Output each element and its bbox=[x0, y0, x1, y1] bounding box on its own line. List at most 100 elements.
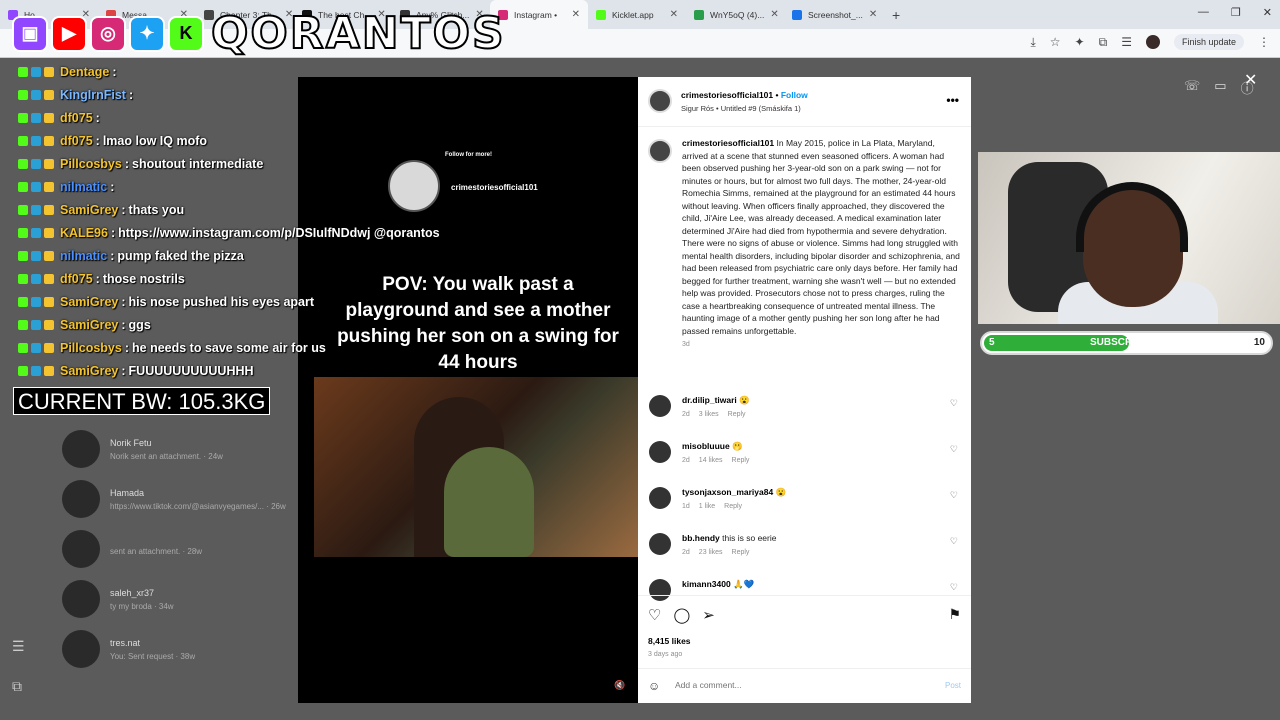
comment-likes[interactable]: 3 likes bbox=[699, 411, 719, 418]
caption-avatar[interactable] bbox=[648, 139, 672, 163]
comment-bubble-icon[interactable]: ◯ bbox=[673, 606, 690, 624]
caption-body: In May 2015, police in La Plata, Marylan… bbox=[682, 138, 960, 336]
more-menu-icon[interactable]: ☰ bbox=[12, 638, 36, 655]
comment-like-heart-icon[interactable]: ♡ bbox=[950, 444, 958, 455]
comment-like-heart-icon[interactable]: ♡ bbox=[950, 398, 958, 409]
like-heart-icon[interactable]: ♡ bbox=[648, 606, 661, 624]
audio-track[interactable]: Sigur Rós • Untitled #9 (Smáskifa 1) bbox=[681, 104, 801, 113]
dm-list-item[interactable]: tres.nat You: Sent request · 38w bbox=[62, 630, 195, 668]
commenter-avatar[interactable] bbox=[649, 533, 671, 555]
comment-input[interactable] bbox=[675, 680, 915, 690]
apps-icon[interactable]: ⧉ bbox=[12, 678, 36, 695]
post-header: crimestoriesofficial101 • Follow Sigur R… bbox=[638, 77, 971, 127]
sub-badge-icon bbox=[31, 181, 41, 192]
chat-separator: : bbox=[121, 202, 126, 217]
close-window-icon[interactable]: ✕ bbox=[1263, 6, 1272, 19]
commenter-username[interactable]: kimann3400 bbox=[682, 579, 731, 589]
commenter-username[interactable]: tysonjaxson_mariya84 bbox=[682, 487, 773, 497]
comment-reply-button[interactable]: Reply bbox=[732, 549, 750, 556]
chat-username: df075 bbox=[60, 271, 93, 286]
browser-tab[interactable]: Kicklet.app ✕ bbox=[588, 0, 686, 29]
commenter-username[interactable]: misobluuue bbox=[682, 441, 730, 451]
dm-list-item[interactable]: Hamada https://www.tiktok.com/@asianvyega… bbox=[62, 480, 286, 518]
caption-username[interactable]: crimestoriesofficial101 bbox=[682, 138, 774, 148]
emoji-icon[interactable]: ☺ bbox=[648, 679, 660, 693]
new-tab-button[interactable]: + bbox=[882, 7, 910, 23]
puzzle-icon[interactable]: ⧉ bbox=[1099, 35, 1108, 50]
comment-item: misobluuue 🫢 2d 14 likes Reply ♡ bbox=[648, 439, 963, 485]
crown-badge-icon bbox=[44, 365, 54, 376]
maximize-icon[interactable]: ❐ bbox=[1231, 6, 1241, 19]
mute-icon[interactable]: 🔇 bbox=[614, 680, 625, 691]
comment-meta: 2d 14 likes Reply bbox=[682, 457, 749, 464]
caption-time: 3d bbox=[682, 341, 690, 348]
bookmark-icon[interactable]: ⚑ bbox=[948, 606, 961, 623]
subscriber-current: 5 bbox=[989, 337, 995, 348]
commenter-username[interactable]: bb.hendy bbox=[682, 533, 720, 543]
crown-badge-icon bbox=[44, 204, 54, 215]
tab-close-icon[interactable]: ✕ bbox=[770, 9, 778, 20]
dm-preview: https://www.tiktok.com/@asianvyegames/..… bbox=[110, 501, 286, 511]
commenter-avatar[interactable] bbox=[649, 441, 671, 463]
dm-list-item[interactable]: Norik Fetu Norik sent an attachment. · 24… bbox=[62, 430, 223, 468]
likes-count[interactable]: 8,415 likes bbox=[648, 636, 691, 646]
comment-likes[interactable]: 14 likes bbox=[699, 457, 723, 464]
profile-avatar[interactable] bbox=[1145, 35, 1160, 49]
crown-badge-icon bbox=[44, 296, 54, 307]
browser-tab[interactable]: WnY5oQ (4)... ✕ bbox=[686, 0, 784, 29]
chat-username: Dentage bbox=[60, 64, 110, 79]
close-modal-icon[interactable]: ✕ bbox=[1244, 70, 1257, 90]
twitch-icon: ▣ bbox=[12, 15, 48, 52]
star-icon[interactable]: ☆ bbox=[1050, 35, 1061, 49]
sub-badge-icon bbox=[31, 112, 41, 123]
post-comment-button[interactable]: Post bbox=[945, 681, 961, 690]
commenter-avatar[interactable] bbox=[649, 487, 671, 509]
subscriber-label: SUBSCRIBERS bbox=[1090, 337, 1163, 348]
sub-badge-icon bbox=[31, 365, 41, 376]
author-avatar[interactable] bbox=[648, 89, 672, 113]
kebab-menu-icon[interactable]: ⋮ bbox=[1258, 35, 1270, 49]
menu-list-icon[interactable]: ☰ bbox=[1121, 35, 1132, 49]
chat-separator: : bbox=[95, 110, 100, 125]
follow-button[interactable]: Follow bbox=[781, 90, 808, 100]
finish-update-button[interactable]: Finish update bbox=[1173, 34, 1244, 50]
minimize-icon[interactable]: — bbox=[1198, 6, 1209, 19]
comment-reply-button[interactable]: Reply bbox=[732, 457, 750, 464]
tab-close-icon[interactable]: ✕ bbox=[670, 9, 678, 20]
comment-reply-button[interactable]: Reply bbox=[724, 503, 742, 510]
comment-like-heart-icon[interactable]: ♡ bbox=[950, 536, 958, 547]
tab-label: WnY5oQ (4)... bbox=[710, 9, 765, 20]
chat-line: nilmatic : bbox=[18, 175, 358, 198]
tab-close-icon[interactable]: ✕ bbox=[572, 9, 580, 20]
phone-icon[interactable]: ☏ bbox=[1184, 78, 1200, 97]
comment-likes[interactable]: 1 like bbox=[699, 503, 715, 510]
chat-separator: : bbox=[95, 271, 100, 286]
comment-reply-button[interactable]: Reply bbox=[728, 411, 746, 418]
commenter-username[interactable]: dr.dilip_tiwari bbox=[682, 395, 737, 405]
video-call-icon[interactable]: ▭ bbox=[1214, 78, 1226, 97]
dm-list-item[interactable]: sent an attachment. · 28w bbox=[62, 530, 202, 568]
more-options-icon[interactable]: ••• bbox=[946, 93, 959, 107]
comment-time: 2d bbox=[682, 549, 690, 556]
post-caption: crimestoriesofficial101 In May 2015, pol… bbox=[648, 137, 963, 348]
dm-list-item[interactable]: saleh_xr37 ty my broda · 34w bbox=[62, 580, 174, 618]
tab-close-icon[interactable]: ✕ bbox=[869, 9, 877, 20]
kick-badge-icon bbox=[18, 273, 28, 284]
reel-photo bbox=[314, 377, 638, 557]
chat-message: his nose pushed his eyes apart bbox=[128, 294, 315, 309]
dm-preview: ty my broda · 34w bbox=[110, 601, 174, 611]
share-icon[interactable]: ➢ bbox=[702, 606, 715, 624]
comment-text-line: misobluuue 🫢 bbox=[682, 441, 743, 452]
comment-likes[interactable]: 23 likes bbox=[699, 549, 723, 556]
extension-icon[interactable]: ✦ bbox=[1075, 35, 1085, 49]
commenter-avatar[interactable] bbox=[649, 395, 671, 417]
chat-message: those nostrils bbox=[102, 271, 185, 286]
sub-badge-icon bbox=[31, 66, 41, 77]
kick-badge-icon bbox=[18, 181, 28, 192]
streamer-brand: QORANTOS bbox=[210, 7, 506, 60]
install-icon[interactable]: ⤓ bbox=[1030, 35, 1035, 50]
browser-tab[interactable]: Screenshot_... ✕ bbox=[784, 0, 882, 29]
comment-like-heart-icon[interactable]: ♡ bbox=[950, 582, 958, 593]
author-username[interactable]: crimestoriesofficial101 bbox=[681, 90, 773, 100]
comment-like-heart-icon[interactable]: ♡ bbox=[950, 490, 958, 501]
